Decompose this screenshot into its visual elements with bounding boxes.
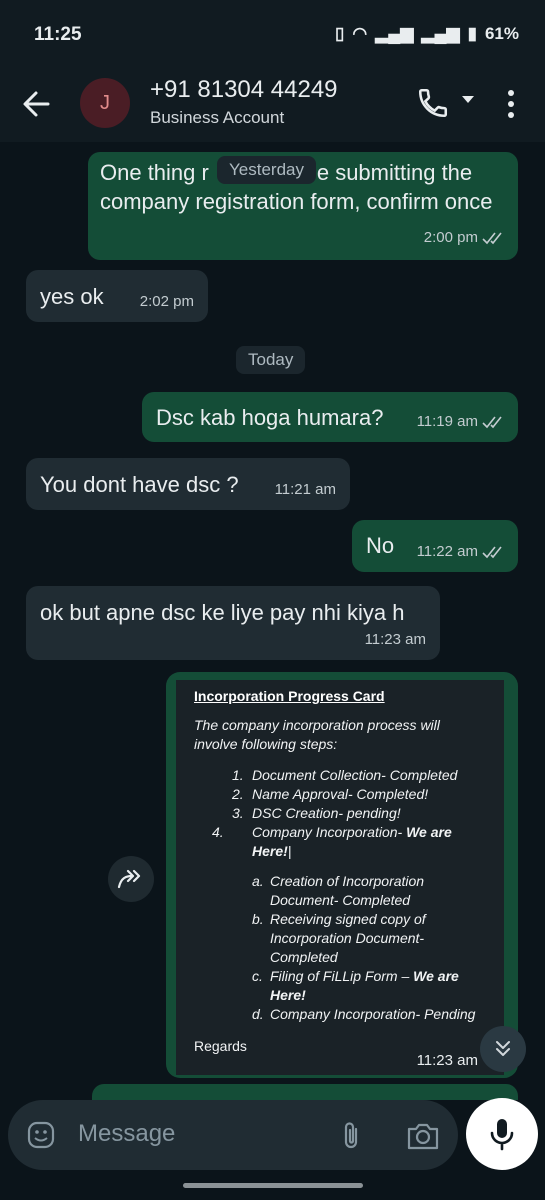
step-item: 3. DSC Creation- pending! [232,804,492,823]
step-text: Document Collection- Completed [252,767,458,783]
step-number: 1. [232,767,244,783]
message-bubble[interactable]: Dsc kab hoga humara? 11:19 am [142,392,518,442]
status-time: 11:25 [34,24,82,45]
date-chip-today: Today [236,346,306,374]
message-bubble[interactable]: yes ok 2:02 pm [26,270,208,322]
message-time: 2:00 pm [423,229,478,246]
message-time: 11:22 am [416,543,478,560]
more-vert-icon[interactable] [506,88,516,120]
message-meta: 11:19 am [417,407,504,436]
card-steps: 1. Document Collection- Completed 2. Name … [212,766,492,861]
signal-icon-2: ▂▄▆ [421,24,460,43]
mic-icon [490,1119,514,1151]
message-bubble[interactable]: You dont have dsc ? 11:21 am [26,458,350,510]
forward-icon [117,869,141,889]
step-number: 2. [232,786,244,802]
substep-letter: c. [252,968,263,984]
message-text: yes ok [40,284,104,309]
battery-icon: ▮ [467,24,477,43]
substep-text: Receiving signed copy of Incorporation D… [270,911,426,965]
message-time: 11:21 am [274,481,336,498]
message-bubble[interactable]: ok but apne dsc ke liye pay nhi kiya h 1… [26,586,440,660]
substep-item: b. Receiving signed copy of Incorporation… [252,910,492,967]
substep-text: Creation of Incorporation Document- Comp… [270,873,425,908]
double-chevron-down-icon [496,1041,510,1056]
call-options-caret[interactable] [462,96,474,103]
step-text: DSC Creation- pending! [252,805,401,821]
forward-button[interactable] [108,856,154,902]
step-text: Company Incorporation- [252,824,407,840]
paperclip-icon[interactable] [340,1119,362,1151]
avatar[interactable]: J [80,78,130,128]
message-text: No [366,533,395,558]
message-meta: 2:02 pm [140,287,194,316]
contact-name[interactable]: +91 81304 44249 [150,76,338,104]
message-meta: 11:23 am [365,625,426,654]
message-text: Dsc kab hoga humara? [156,405,384,430]
card-substeps: a. Creation of Incorporation Document- Co… [252,872,492,1024]
read-ticks-icon [482,232,502,244]
next-message-bubble-partial[interactable] [92,1084,518,1100]
substep-letter: b. [252,911,264,927]
step-item: 2. Name Approval- Completed! [232,785,492,804]
wifi-icon: ◠ [352,24,368,43]
contact-subtitle: Business Account [150,108,285,127]
mic-button[interactable] [466,1098,538,1170]
message-meta: 11:22 am [417,537,504,566]
status-bar: 11:25 ▯ ◠ ▂▄▆ ▂▄▆ ▮ 61% [0,0,545,70]
step-cursor: | [287,843,292,859]
message-bubble[interactable]: No 11:22 am [352,520,518,572]
substep-text: Filing of FiLLip Form – [270,968,414,984]
card-regards: Regards [194,1038,247,1054]
chat-header: J +91 81304 44249 Business Account [0,70,545,142]
battery-percent: 61% [484,24,519,43]
message-time: 11:23 am [364,631,426,648]
back-arrow-icon[interactable] [20,84,52,124]
camera-icon[interactable] [406,1121,440,1151]
message-meta: 2:00 pm [424,223,504,252]
message-time: 11:19 am [416,413,478,430]
substep-letter: a. [252,873,264,889]
status-icons: ▯ ◠ ▂▄▆ ▂▄▆ ▮ 61% [335,24,519,44]
vibrate-icon: ▯ [335,24,345,43]
date-chip-yesterday: Yesterday [217,156,316,184]
message-text-start: One thing r [100,160,209,185]
card-title: Incorporation Progress Card [194,688,385,704]
step-item: 1. Document Collection- Completed [232,766,492,785]
step-item: 4. Company Incorporation- We are Here!| [212,823,492,861]
message-text: You dont have dsc ? [40,472,239,497]
card-intro: The company incorporation process will i… [194,717,440,752]
progress-card-image[interactable]: Incorporation Progress Card The company … [176,680,504,1075]
step-number: 3. [232,805,244,821]
substep-item: d. Company Incorporation- Pending [252,1005,492,1024]
substep-item: a. Creation of Incorporation Document- Co… [252,872,492,910]
read-ticks-icon [482,546,502,558]
step-number: 4. [212,824,224,840]
signal-icon: ▂▄▆ [375,24,414,43]
message-composer: Message [8,1100,458,1170]
substep-item: c. Filing of FiLLip Form – We are Here! [252,967,492,1005]
read-ticks-icon [482,416,502,428]
message-text: ok but apne dsc ke liye pay nhi kiya h [40,600,405,625]
step-text: Name Approval- Completed! [252,786,429,802]
substep-text: Company Incorporation- Pending [270,1006,476,1022]
substep-letter: d. [252,1006,264,1022]
chat-area[interactable]: One thing re submitting the company regi… [0,142,545,1100]
message-time: 2:02 pm [139,293,194,310]
scroll-to-bottom-button[interactable] [480,1026,526,1072]
message-input[interactable]: Message [78,1120,175,1148]
emoji-icon[interactable] [26,1120,56,1150]
message-time: 11:23 am [416,1052,478,1069]
phone-icon[interactable] [416,86,450,120]
gesture-bar[interactable] [183,1183,363,1188]
message-meta: 11:21 am [275,475,336,504]
